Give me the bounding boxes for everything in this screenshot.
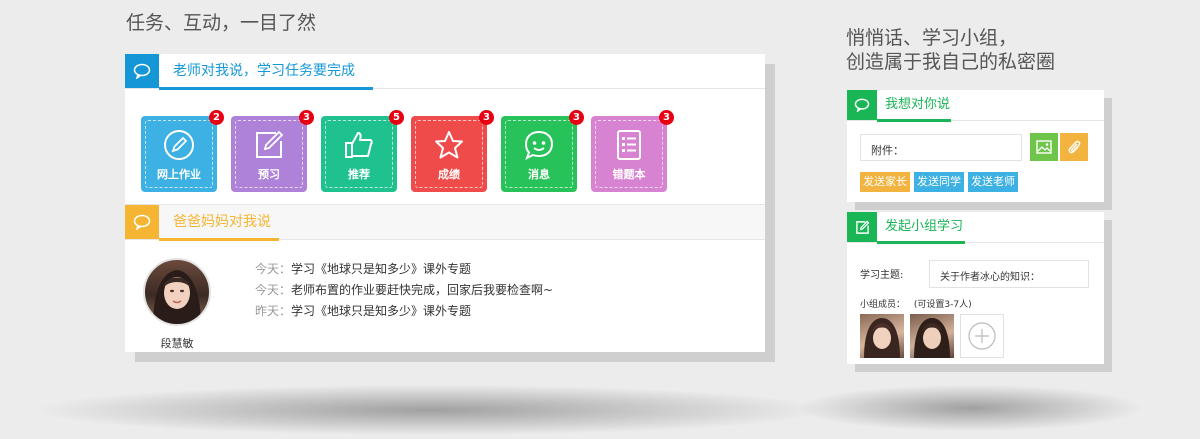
teacher-section-underline bbox=[159, 87, 373, 90]
group-section-header: 发起小组学习 bbox=[847, 212, 1104, 244]
thumbs-up-icon bbox=[321, 128, 397, 162]
count-badge: 5 bbox=[389, 110, 404, 125]
image-upload-button[interactable] bbox=[1030, 133, 1058, 161]
floor-shadow-right bbox=[800, 385, 1140, 431]
chat-bubble-icon bbox=[501, 128, 577, 162]
whisper-section-header: 我想对你说 bbox=[847, 90, 1104, 122]
chat-icon bbox=[125, 205, 159, 239]
tile-label: 预习 bbox=[258, 168, 280, 181]
member-avatar[interactable] bbox=[910, 314, 954, 358]
study-group-card: 发起小组学习 学习主题: 关于作者冰心的知识： 小组成员： (可设置3-7人) bbox=[847, 212, 1104, 364]
heading-right-line1: 悄悄话、学习小组， bbox=[846, 27, 1018, 49]
tile-label: 推荐 bbox=[348, 168, 370, 181]
chat-icon bbox=[847, 90, 877, 120]
feature-heading-left: 任务、互动，一目了然 bbox=[126, 12, 317, 34]
paperclip-icon bbox=[1068, 140, 1081, 154]
send-to-teacher-button[interactable]: 发送老师 bbox=[968, 172, 1018, 192]
whisper-section-underline bbox=[877, 119, 951, 122]
parents-section-title: 爸爸妈妈对我说 bbox=[173, 214, 271, 230]
tile-label: 错题本 bbox=[612, 168, 646, 181]
pencil-circle-icon bbox=[141, 128, 217, 162]
star-icon bbox=[411, 128, 487, 162]
tile-label: 网上作业 bbox=[157, 168, 201, 181]
topic-input[interactable]: 关于作者冰心的知识： bbox=[929, 260, 1089, 288]
count-badge: 2 bbox=[209, 110, 224, 125]
count-badge: 3 bbox=[659, 110, 674, 125]
whisper-card: 我想对你说 附件： 发送家长 发送同学 发送老师 bbox=[847, 90, 1104, 202]
tile-recommend[interactable]: 推荐 5 bbox=[321, 110, 404, 192]
attachment-label: 附件： bbox=[871, 144, 904, 157]
tile-label: 消息 bbox=[528, 168, 550, 181]
teacher-section-title: 老师对我说，学习任务要完成 bbox=[173, 63, 355, 79]
list-document-icon bbox=[591, 128, 667, 162]
tile-homework[interactable]: 网上作业 2 bbox=[141, 110, 224, 192]
message-item[interactable]: 今天：学习《地球只是知多少》课外专题 bbox=[255, 261, 471, 277]
chat-icon bbox=[125, 54, 159, 88]
attachment-field[interactable]: 附件： bbox=[860, 134, 1022, 161]
parents-section-header: 爸爸妈妈对我说 bbox=[125, 204, 765, 241]
parents-section-underline bbox=[159, 238, 279, 241]
message-text: 学习《地球只是知多少》课外专题 bbox=[291, 262, 472, 276]
count-badge: 3 bbox=[479, 110, 494, 125]
tile-messages[interactable]: 消息 3 bbox=[501, 110, 584, 192]
message-item[interactable]: 昨天：学习《地球只是知多少》课外专题 bbox=[255, 303, 471, 319]
group-section-underline bbox=[877, 241, 965, 244]
count-badge: 3 bbox=[299, 110, 314, 125]
attach-file-button[interactable] bbox=[1060, 133, 1088, 161]
tile-preview[interactable]: 预习 3 bbox=[231, 110, 314, 192]
whisper-section-title: 我想对你说 bbox=[885, 97, 951, 112]
tile-label: 成绩 bbox=[438, 168, 460, 181]
message-item[interactable]: 今天：老师布置的作业要赶快完成，回家后我要检查啊~ bbox=[255, 282, 553, 298]
message-text: 学习《地球只是知多少》课外专题 bbox=[291, 304, 472, 318]
add-member-button[interactable] bbox=[960, 314, 1004, 358]
tile-grades[interactable]: 成绩 3 bbox=[411, 110, 494, 192]
tile-wrong-answers[interactable]: 错题本 3 bbox=[591, 110, 674, 192]
members-label: 小组成员： bbox=[860, 300, 906, 310]
edit-icon bbox=[847, 212, 877, 242]
heading-right-line2: 创造属于我自己的私密圈 bbox=[846, 51, 1056, 73]
parent-name: 段慧敏 bbox=[160, 337, 194, 350]
send-to-classmates-button[interactable]: 发送同学 bbox=[914, 172, 964, 192]
message-date: 今天： bbox=[255, 283, 292, 297]
plus-circle-icon bbox=[968, 322, 996, 350]
feature-heading-right: 悄悄话、学习小组， 创造属于我自己的私密圈 bbox=[846, 26, 1055, 74]
topic-label: 学习主题: bbox=[860, 270, 904, 281]
send-to-parents-button[interactable]: 发送家长 bbox=[860, 172, 910, 192]
teacher-section-header: 老师对我说，学习任务要完成 bbox=[125, 54, 765, 90]
member-avatar[interactable] bbox=[860, 314, 904, 358]
left-card: 老师对我说，学习任务要完成 网上作业 2 预习 3 推荐 5 成绩 3 消息 3… bbox=[125, 54, 765, 352]
message-date: 今天： bbox=[255, 262, 292, 276]
members-hint: (可设置3-7人) bbox=[913, 300, 972, 310]
floor-shadow-left bbox=[40, 385, 820, 435]
group-section-title: 发起小组学习 bbox=[885, 219, 964, 234]
avatar[interactable] bbox=[143, 258, 211, 326]
message-text: 老师布置的作业要赶快完成，回家后我要检查啊~ bbox=[291, 283, 554, 297]
count-badge: 3 bbox=[569, 110, 584, 125]
message-date: 昨天： bbox=[255, 304, 292, 318]
members-row: 小组成员： (可设置3-7人) bbox=[860, 297, 972, 310]
picture-icon bbox=[1036, 140, 1052, 154]
edit-square-icon bbox=[231, 128, 307, 162]
